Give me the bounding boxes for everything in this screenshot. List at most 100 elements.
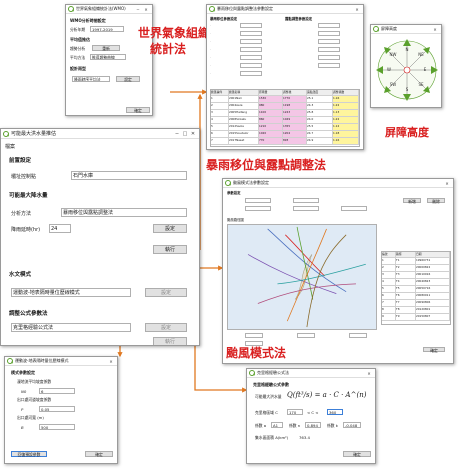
- typhoon-list-cell[interactable]: 3: [382, 272, 396, 279]
- storm-table-cell[interactable]: 1.18: [333, 131, 359, 138]
- storm-table-cell[interactable]: 25.1: [307, 96, 333, 103]
- typhoon-list-cell[interactable]: 20050716: [416, 286, 450, 293]
- storm-table-cell[interactable]: 1100: [259, 110, 283, 117]
- close-icon[interactable]: ✕: [443, 181, 451, 186]
- pmp-execute-button[interactable]: 執行: [153, 245, 187, 254]
- storm-table-cell[interactable]: 1243: [283, 110, 307, 117]
- minimize-icon[interactable]: ─: [173, 131, 181, 137]
- storm-field-3[interactable]: [240, 39, 262, 44]
- b-field[interactable]: 500: [39, 424, 75, 430]
- dew-field-5[interactable]: [318, 55, 340, 60]
- storm-table-cell[interactable]: 24.7: [307, 131, 333, 138]
- minimize-icon[interactable]: ─: [134, 7, 142, 12]
- typhoon-list-cell[interactable]: 4: [382, 279, 396, 286]
- typhoon-add-button[interactable]: 新增: [403, 198, 421, 204]
- storm-table-cell[interactable]: 1770: [283, 96, 307, 103]
- c-max-field[interactable]: 360: [327, 409, 343, 415]
- typhoon-list-cell[interactable]: 19960731: [416, 258, 450, 265]
- storm-field-1[interactable]: [240, 23, 262, 28]
- storm-table-cell[interactable]: 1049: [283, 117, 307, 124]
- storm-table-cell[interactable]: 4: [211, 117, 229, 124]
- typhoon-list-cell[interactable]: T8: [396, 307, 416, 314]
- storm-table-cell[interactable]: 2012Saola: [229, 124, 259, 131]
- duration-select[interactable]: 24: [49, 224, 71, 233]
- avg-method-select[interactable]: 推導趨勢曲線: [90, 54, 126, 60]
- typhoon-list-cell[interactable]: T7: [396, 300, 416, 307]
- storm-table-cell[interactable]: 1198: [283, 103, 307, 110]
- typhoon-list-cell[interactable]: 9: [382, 314, 396, 321]
- storm-table-cell[interactable]: 2: [211, 103, 229, 110]
- storm-field-4[interactable]: [240, 47, 262, 52]
- final-execute-button[interactable]: 執行: [153, 337, 187, 345]
- peak-ok-button[interactable]: 確定: [343, 451, 371, 457]
- storm-table-cell[interactable]: 1355: [283, 124, 307, 131]
- storm-field-6[interactable]: [240, 63, 262, 68]
- method-select[interactable]: 暴雨移位與露點調整法: [61, 208, 187, 217]
- storm-table-cell[interactable]: 2004Aere: [229, 103, 259, 110]
- storm-table-cell[interactable]: 1020: [259, 131, 283, 138]
- storm-table-cell[interactable]: 980: [259, 103, 283, 110]
- storm-table-cell[interactable]: 24.9: [307, 138, 333, 145]
- typhoon-list-cell[interactable]: 20000822: [416, 265, 450, 272]
- typhoon-list-cell[interactable]: 20010916: [416, 272, 450, 279]
- storm-table-cell[interactable]: 25.5: [307, 124, 333, 131]
- pmp-settings-button[interactable]: 設定: [153, 224, 187, 233]
- maximize-icon[interactable]: □: [181, 131, 189, 137]
- hydro-settings-button[interactable]: 設定: [145, 288, 187, 297]
- storm-table-cell[interactable]: 5: [211, 124, 229, 131]
- n-field[interactable]: 0.894: [305, 422, 321, 428]
- typhoon-list-cell[interactable]: T5: [396, 286, 416, 293]
- close-icon[interactable]: ✕: [107, 359, 115, 364]
- storm-table-cell[interactable]: 1.13: [333, 110, 359, 117]
- storm-table-cell[interactable]: 6: [211, 131, 229, 138]
- typhoon-list-cell[interactable]: 8: [382, 307, 396, 314]
- typhoon-list-cell[interactable]: T6: [396, 293, 416, 300]
- storm-table-cell[interactable]: 1204: [283, 131, 307, 138]
- storm-table-cell[interactable]: 24.0: [307, 117, 333, 124]
- typhoon-list-cell[interactable]: 1: [382, 258, 396, 265]
- trend-button[interactable]: 重新: [92, 45, 120, 51]
- dew-field-3[interactable]: [318, 39, 340, 44]
- range-field[interactable]: 1997-2019: [90, 26, 124, 32]
- design-settings-button[interactable]: 設定: [116, 76, 140, 82]
- dew-field-1[interactable]: [318, 23, 340, 28]
- peak-settings-button[interactable]: 設定: [145, 323, 187, 332]
- a-field[interactable]: A1: [271, 422, 283, 428]
- storm-table-cell[interactable]: 1.12: [333, 124, 359, 131]
- typhoon-list-cell[interactable]: T4: [396, 279, 416, 286]
- dew-field-6[interactable]: [318, 63, 340, 68]
- storm-table-cell[interactable]: 7: [211, 138, 229, 145]
- storm-table-cell[interactable]: 1530: [259, 96, 283, 103]
- c-min-field[interactable]: 170: [287, 409, 303, 415]
- typhoon-track-map[interactable]: [227, 224, 377, 330]
- storm-table-cell[interactable]: 2005Haitang: [229, 110, 259, 117]
- storm-table-cell[interactable]: 1.22: [333, 117, 359, 124]
- typhoon-field-2[interactable]: [293, 198, 319, 203]
- storm-field-5[interactable]: [240, 55, 262, 60]
- close-icon[interactable]: ✕: [365, 371, 373, 376]
- file-menu[interactable]: 檔案: [5, 143, 15, 150]
- storm-table-cell[interactable]: 2015Soudelor: [229, 131, 259, 138]
- storm-table-cell[interactable]: 770: [259, 138, 283, 145]
- typhoon-list-cell[interactable]: T1: [396, 258, 416, 265]
- wmo-ok-button[interactable]: 確定: [126, 107, 150, 113]
- hydro-select[interactable]: 運動波-地表隔時量位歷線模式: [11, 288, 131, 297]
- dew-field-4[interactable]: [318, 47, 340, 52]
- design-select[interactable]: 降雨時序平均法: [72, 76, 110, 82]
- typhoon-list-cell[interactable]: 2: [382, 265, 396, 272]
- typhoon-field-7[interactable]: [297, 333, 315, 338]
- storm-table-cell[interactable]: 2017Nesat: [229, 138, 259, 145]
- restore-defaults-button[interactable]: 回復預設參數: [11, 451, 47, 457]
- typhoon-field-8[interactable]: [349, 333, 367, 338]
- dew-field-2[interactable]: [318, 31, 340, 36]
- storm-table-cell[interactable]: 3: [211, 110, 229, 117]
- storm-table-cell[interactable]: 25.8: [307, 110, 333, 117]
- close-icon[interactable]: ✕: [142, 7, 150, 12]
- k-field[interactable]: -0.048: [343, 422, 361, 428]
- typhoon-list-cell[interactable]: 20090806: [416, 300, 450, 307]
- p-field[interactable]: 0.05: [39, 406, 75, 412]
- n0-field[interactable]: 6: [39, 388, 75, 394]
- storm-table-cell[interactable]: 24.3: [307, 103, 333, 110]
- storm-field-2[interactable]: [240, 31, 262, 36]
- typhoon-field-4[interactable]: [293, 206, 319, 211]
